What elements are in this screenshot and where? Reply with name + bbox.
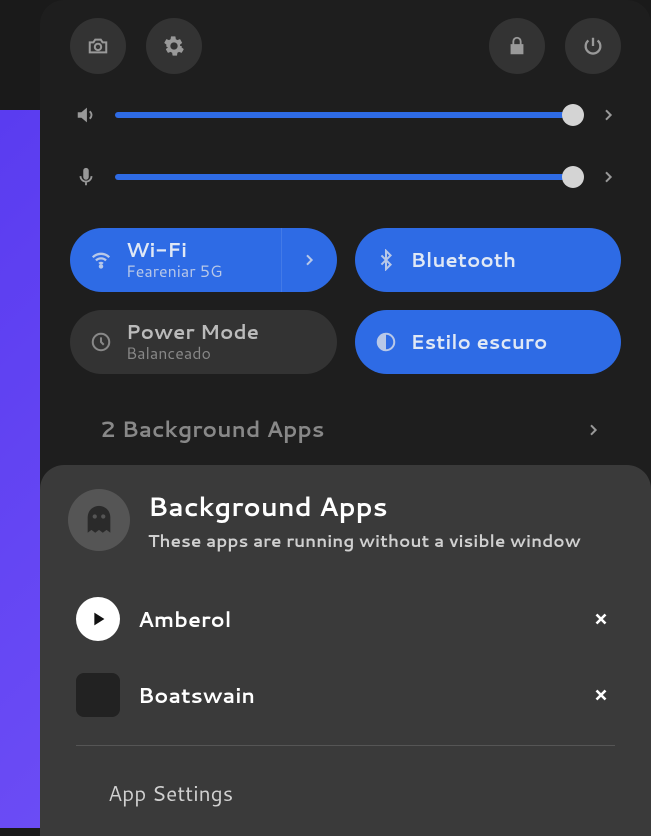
quick-toggles-grid: Wi-Fi Feareniar 5G Bluetooth [70,228,621,374]
power-button[interactable] [565,18,621,74]
lock-icon [506,35,528,57]
boatswain-app-icon [76,673,120,717]
popup-header: Background Apps These apps are running w… [68,489,623,553]
chevron-right-icon[interactable] [600,107,616,123]
wifi-submenu-button[interactable] [281,228,337,292]
background-apps-label: 2 Background Apps [100,414,324,445]
close-app-button[interactable] [587,605,615,633]
bluetooth-icon [375,249,397,271]
wifi-title: Wi-Fi [126,238,222,262]
power-mode-toggle[interactable]: Power Mode Balanceado [70,310,337,374]
close-icon [592,610,610,628]
power-mode-title: Power Mode [126,320,259,344]
popup-title: Background Apps [148,489,581,525]
settings-button[interactable] [146,18,202,74]
chevron-right-icon [585,422,601,438]
amberol-app-icon [76,597,120,641]
quick-settings-panel: Wi-Fi Feareniar 5G Bluetooth [40,0,651,836]
chevron-right-icon [301,252,317,268]
divider [76,745,615,746]
wifi-subtitle: Feareniar 5G [126,262,222,281]
close-icon [592,686,610,704]
top-button-row [70,18,621,74]
play-icon [87,608,109,630]
close-app-button[interactable] [587,681,615,709]
volume-slider-thumb[interactable] [562,104,584,126]
screenshot-button[interactable] [70,18,126,74]
app-row[interactable]: Boatswain [68,657,623,733]
bluetooth-title: Bluetooth [411,248,517,272]
power-mode-subtitle: Balanceado [126,344,259,363]
power-icon [582,35,604,57]
dark-style-title: Estilo escuro [411,330,548,354]
mic-icon [75,166,97,188]
mic-slider-thumb[interactable] [562,166,584,188]
mic-slider[interactable] [115,174,582,180]
dark-style-icon [375,331,397,353]
app-name-label: Amberol [138,604,569,634]
power-mode-icon [90,331,112,353]
lock-button[interactable] [489,18,545,74]
background-apps-row[interactable]: 2 Background Apps [70,404,621,465]
app-name-label: Boatswain [138,680,569,710]
wifi-icon [90,249,112,271]
chevron-right-icon[interactable] [600,169,616,185]
bluetooth-toggle[interactable]: Bluetooth [355,228,622,292]
ghost-icon-container [68,489,130,551]
camera-icon [87,35,109,57]
background-apps-popup: Background Apps These apps are running w… [40,465,651,836]
volume-slider[interactable] [115,112,582,118]
app-row[interactable]: Amberol [68,581,623,657]
volume-slider-row [70,104,621,126]
popup-subtitle: These apps are running without a visible… [148,529,581,553]
dark-style-toggle[interactable]: Estilo escuro [355,310,622,374]
mic-slider-row [70,166,621,188]
desktop-background [0,110,40,828]
app-settings-link[interactable]: App Settings [68,758,623,836]
ghost-icon [82,503,116,537]
wifi-toggle[interactable]: Wi-Fi Feareniar 5G [70,228,337,292]
speaker-icon [75,104,97,126]
gear-icon [163,35,185,57]
